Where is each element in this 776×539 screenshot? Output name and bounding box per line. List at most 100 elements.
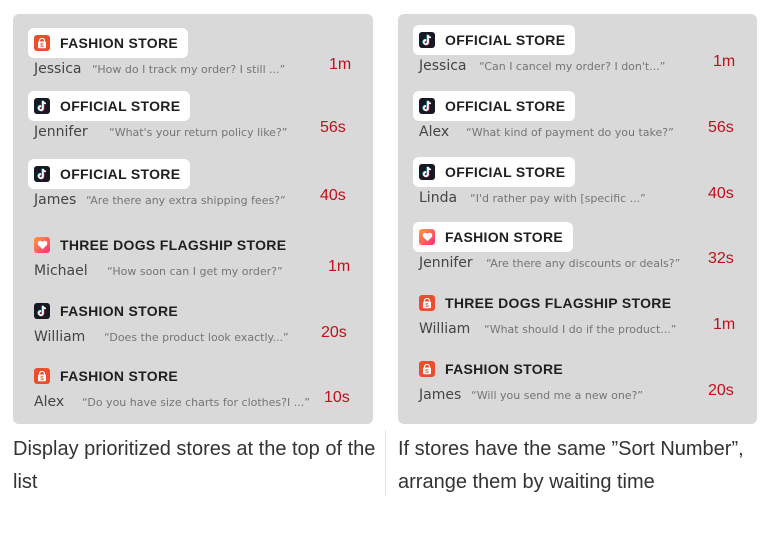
shop-bag-icon: S [419,295,435,311]
tiktok-icon [419,32,435,48]
message-preview: “How do I track my order? I still ...” [92,63,286,76]
store-label: S FASHION STORE [28,361,188,391]
waiting-time: 20s [321,324,347,341]
customer-name: Jennifer [419,255,473,271]
prioritized-store-label: OFFICIAL STORE [28,91,191,121]
customer-name: William [34,329,86,345]
customer-name: Jessica [34,61,82,77]
message-preview: “How soon can I get my order?” [107,265,283,278]
message-line: Jennifer “Are there any discounts or deal… [419,250,757,275]
customer-name: Alex [419,124,450,140]
conversation-row[interactable]: FASHION STORE Jennifer “Are there any disc… [398,222,757,282]
conversation-row[interactable]: S FASHION STORE James “Will you send me a n… [398,354,757,414]
customer-name: Linda [419,190,458,206]
message-line: Michael “How soon can I get my order?” 1m [34,258,373,283]
shop-bag-icon: S [34,35,50,51]
conversation-row[interactable]: OFFICIAL STORE Jennifer “What's your retur… [13,91,373,151]
message-preview: “Does the product look exactly...” [104,331,289,344]
message-preview: “Are there any extra shipping fees?” [86,194,286,207]
waiting-time: 20s [708,382,734,399]
prioritized-store-label: OFFICIAL STORE [413,25,576,55]
message-preview: “I'd rather pay with [specific ...” [470,192,646,205]
store-label: S THREE DOGS FLAGSHIP STORE [413,288,681,318]
waiting-time: 40s [320,187,346,204]
customer-name: James [34,192,77,208]
shop-bag-icon: S [419,361,435,377]
prioritized-store-label: OFFICIAL STORE [28,159,191,189]
conversation-row[interactable]: THREE DOGS FLAGSHIP STORE Michael “How soo… [13,230,373,290]
prioritized-store-label: FASHION STORE [413,222,573,252]
customer-name: Jennifer [34,124,88,140]
store-name: THREE DOGS FLAGSHIP STORE [60,237,287,253]
waiting-time: 10s [324,389,350,406]
column-divider [385,430,386,496]
waiting-time: 40s [708,185,734,202]
message-preview: “What's your return policy like?” [109,126,288,139]
conversation-row[interactable]: OFFICIAL STORE James “Are there any extra … [13,159,373,219]
waiting-time: 56s [708,119,734,136]
store-name: FASHION STORE [445,229,563,245]
prioritized-store-label: OFFICIAL STORE [413,91,576,121]
store-name: OFFICIAL STORE [445,32,566,48]
message-line: Jessica “Can I cancel my order? I don't..… [419,53,757,78]
right-conversation-list: OFFICIAL STORE Jessica “Can I cancel my or… [398,14,757,424]
conversation-row[interactable]: FASHION STORE William “Does the product lo… [13,296,373,356]
message-line: Alex “What kind of payment do you take?” 5… [419,119,757,144]
waiting-time: 56s [320,119,346,136]
waiting-time: 1m [713,53,736,70]
svg-text:S: S [40,376,44,382]
customer-name: William [419,321,471,337]
message-preview: “Are there any discounts or deals?” [486,257,681,270]
prioritized-store-label: OFFICIAL STORE [413,157,576,187]
message-preview: “Will you send me a new one?” [471,389,644,402]
message-preview: “Can I cancel my order? I don't...” [479,60,666,73]
conversation-row[interactable]: OFFICIAL STORE Linda “I'd rather pay with … [398,157,757,217]
store-name: OFFICIAL STORE [445,164,566,180]
waiting-time: 32s [708,250,734,267]
message-preview: “What kind of payment do you take?” [466,126,674,139]
store-name: FASHION STORE [60,368,178,384]
message-line: Alex “Do you have size charts for clothes… [34,389,373,414]
store-name: OFFICIAL STORE [60,98,181,114]
message-line: William “Does the product look exactly...… [34,324,373,349]
customer-name: Michael [34,263,88,279]
left-caption: Display prioritized stores at the top of… [13,438,376,493]
heart-icon [34,237,50,253]
store-name: THREE DOGS FLAGSHIP STORE [445,295,672,311]
message-line: Jessica “How do I track my order? I still… [34,56,373,81]
customer-name: Jessica [419,58,467,74]
tiktok-icon [34,98,50,114]
conversation-row[interactable]: S THREE DOGS FLAGSHIP STORE William “What s… [398,288,757,348]
waiting-time: 1m [329,56,352,73]
left-conversation-list: S FASHION STORE Jessica “How do I track my … [13,14,373,424]
store-label: S FASHION STORE [413,354,573,384]
message-line: James “Are there any extra shipping fees?… [34,187,373,212]
store-name: OFFICIAL STORE [60,166,181,182]
store-label: THREE DOGS FLAGSHIP STORE [28,230,296,260]
right-caption: If stores have the same ”Sort Number”, a… [398,438,744,493]
customer-name: James [419,387,462,403]
store-name: FASHION STORE [60,35,178,51]
store-label: FASHION STORE [28,296,188,326]
conversation-row[interactable]: S FASHION STORE Alex “Do you have size char… [13,361,373,421]
svg-text:S: S [425,303,429,309]
conversation-row[interactable]: S FASHION STORE Jessica “How do I track my … [13,28,373,88]
tiktok-icon [34,303,50,319]
message-line: William “What should I do if the product.… [419,316,757,341]
customer-name: Alex [34,394,65,410]
message-preview: “What should I do if the product...” [484,323,677,336]
message-line: James “Will you send me a new one?” 20s [419,382,757,407]
store-name: FASHION STORE [60,303,178,319]
tiktok-icon [419,164,435,180]
message-preview: “Do you have size charts for clothes?I .… [82,396,310,409]
svg-text:S: S [425,369,429,375]
shop-bag-icon: S [34,368,50,384]
waiting-time: 1m [713,316,736,333]
waiting-time: 1m [328,258,351,275]
prioritized-store-label: S FASHION STORE [28,28,188,58]
store-name: OFFICIAL STORE [445,98,566,114]
store-name: FASHION STORE [445,361,563,377]
heart-icon [419,229,435,245]
conversation-row[interactable]: OFFICIAL STORE Alex “What kind of payment … [398,91,757,151]
conversation-row[interactable]: OFFICIAL STORE Jessica “Can I cancel my or… [398,25,757,85]
